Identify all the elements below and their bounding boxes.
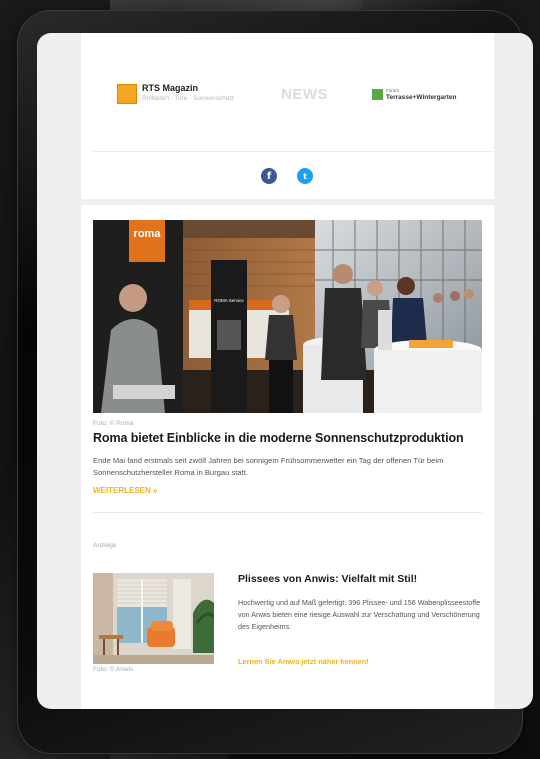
social-links: f t (261, 168, 313, 184)
news-wordmark: NEWS (281, 86, 328, 103)
ad-image[interactable] (93, 573, 214, 664)
ad-photo-credit: Foto: © Anwis (93, 666, 134, 673)
article-hero-image[interactable]: roma ROMA Service (93, 220, 482, 413)
roma-sign-text: roma (134, 228, 162, 240)
ad-label: Anzeige (93, 542, 117, 549)
article-headline[interactable]: Roma bietet Einblicke in die moderne Son… (93, 431, 464, 445)
content-divider (93, 512, 482, 513)
newsletter-content: roma ROMA Service Foto: © Roma Roma biet… (81, 205, 494, 709)
terrasse-logo-small: Forum (386, 88, 400, 93)
article-photo-credit: Foto: © Roma (93, 420, 134, 427)
terrasse-logo-square-icon (372, 88, 383, 100)
article-teaser: Ende Mai fand erstmals seit zwölf Jahren… (93, 456, 444, 477)
rts-magazin-logo[interactable]: RTS Magazin Rollladen · Tore · Sonnensch… (117, 83, 234, 104)
terrasse-logo-big: Terrasse+Wintergarten (386, 94, 457, 101)
ad-link[interactable]: Lernen Sie Anwis jetzt näher kennen! (238, 657, 369, 666)
roma-banner-text: ROMA Service (214, 298, 244, 303)
tablet-screen[interactable]: RTS Magazin Rollladen · Tore · Sonnensch… (37, 33, 533, 709)
ad-title[interactable]: Plissees von Anwis: Vielfalt mit Stil! (238, 573, 417, 585)
exhibition-photo: roma ROMA Service (93, 220, 482, 413)
twitter-icon[interactable]: t (297, 168, 313, 184)
living-room-photo (93, 573, 214, 664)
newsletter-header: RTS Magazin Rollladen · Tore · Sonnensch… (81, 33, 494, 199)
rts-logo-subtitle: Rollladen · Tore · Sonnenschutz (142, 95, 235, 102)
read-more-link[interactable]: WEITERLESEN » (93, 486, 157, 495)
ad-text: Hochwertig und auf Maß gefertigt: 396 Pl… (238, 598, 481, 631)
header-divider (93, 151, 494, 152)
rts-logo-title: RTS Magazin (142, 83, 199, 93)
facebook-icon[interactable]: f (261, 168, 277, 184)
terrasse-wintergarten-logo[interactable]: Forum Terrasse+Wintergarten (372, 87, 456, 101)
rts-logo-square-icon (117, 83, 137, 104)
